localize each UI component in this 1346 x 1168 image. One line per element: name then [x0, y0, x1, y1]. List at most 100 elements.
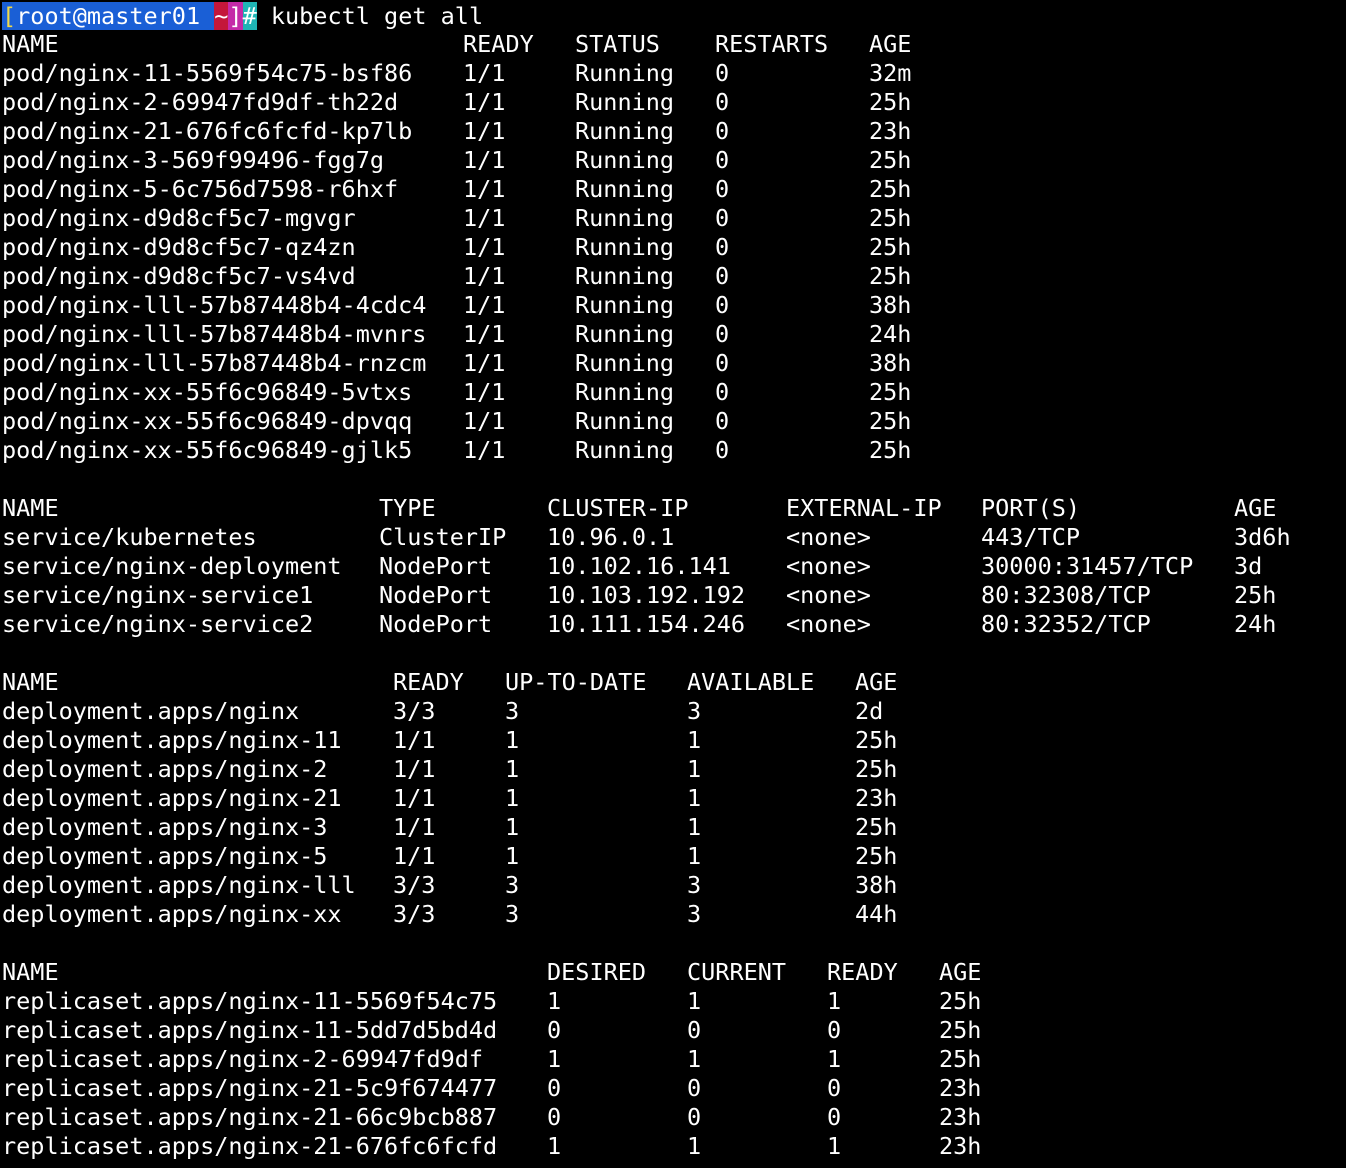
table-cell: deployment.apps/nginx-lll [2, 871, 356, 899]
column-header: AGE [855, 668, 898, 696]
table-cell: 25h [869, 204, 912, 232]
table-cell: 1/1 [463, 262, 506, 290]
table-cell: Running [575, 349, 675, 377]
table-cell: 80:32352/TCP [981, 610, 1151, 638]
column-header: AGE [939, 958, 982, 986]
table-row: pod/nginx-d9d8cf5c7-mgvgr 1/1 Running 0 25h [2, 204, 1342, 233]
table-cell: 1/1 [393, 842, 436, 870]
table-cell: Running [575, 233, 675, 261]
table-cell: 1 [687, 1132, 702, 1160]
table-cell: 0 [715, 233, 730, 261]
table-row: replicaset.apps/nginx-11-5569f54c75 1 1 1 25… [2, 987, 1342, 1016]
table-row: replicaset.apps/nginx-21-66c9bcb887 0 0 0 23… [2, 1103, 1342, 1132]
table-row: deployment.apps/nginx-5 1/1 1 1 25h [2, 842, 1342, 871]
column-header: CLUSTER-IP [547, 494, 689, 522]
column-header: PORT(S) [981, 494, 1081, 522]
table-cell: 25h [855, 726, 898, 754]
table-cell: 0 [715, 262, 730, 290]
table-cell: 1 [687, 726, 702, 754]
table-cell: 1/1 [463, 146, 506, 174]
table-cell: 0 [715, 59, 730, 87]
table-cell: 1 [687, 755, 702, 783]
table-row: pod/nginx-lll-57b87448b4-mvnrs 1/1 Running… [2, 320, 1342, 349]
table-cell: 1 [505, 842, 520, 870]
table-cell: 3d [1234, 552, 1263, 580]
table-row: replicaset.apps/nginx-21-5c9f674477 0 0 0 23… [2, 1074, 1342, 1103]
table-cell: 0 [547, 1016, 562, 1044]
table-cell: deployment.apps/nginx-3 [2, 813, 328, 841]
table-cell: 1 [827, 1045, 842, 1073]
table-row: pod/nginx-lll-57b87448b4-4cdc4 1/1 Running… [2, 291, 1342, 320]
table-cell: pod/nginx-2-69947fd9df-th22d [2, 88, 399, 116]
prompt-space [200, 2, 215, 30]
table-cell: 1/1 [393, 784, 436, 812]
table-row: pod/nginx-3-569f99496-fgg7g 1/1 Running 0 25… [2, 146, 1342, 175]
table-row: deployment.apps/nginx-xx 3/3 3 3 44h [2, 900, 1342, 929]
column-header: DESIRED [547, 958, 647, 986]
table-row: replicaset.apps/nginx-11-5dd7d5bd4d 0 0 0 25… [2, 1016, 1342, 1045]
services-header-row: NAME TYPE CLUSTER-IP EXTERNAL-IP PORT(S) AGE [2, 494, 1342, 523]
table-row: service/nginx-deployment NodePort 10.102.1… [2, 552, 1342, 581]
table-cell: 1/1 [393, 726, 436, 754]
table-row: pod/nginx-xx-55f6c96849-gjlk5 1/1 Running 0… [2, 436, 1342, 465]
table-row: pod/nginx-5-6c756d7598-r6hxf 1/1 Running 0 2… [2, 175, 1342, 204]
table-cell: 3 [687, 871, 702, 899]
table-cell: Running [575, 262, 675, 290]
table-row: deployment.apps/nginx 3/3 3 3 2d [2, 697, 1342, 726]
table-row: deployment.apps/nginx-21 1/1 1 1 23h [2, 784, 1342, 813]
table-cell: 1/1 [393, 755, 436, 783]
table-cell: Running [575, 175, 675, 203]
terminal-window[interactable]: [root@master01 ~]# kubectl get all NAME R… [0, 0, 1346, 1168]
table-row: pod/nginx-lll-57b87448b4-rnzcm 1/1 Running… [2, 349, 1342, 378]
table-cell: 0 [827, 1103, 842, 1131]
table-cell: 1 [687, 813, 702, 841]
table-cell: 1 [687, 987, 702, 1015]
table-cell: 44h [855, 900, 898, 928]
table-cell: 38h [855, 871, 898, 899]
prompt-open-bracket: [ [2, 2, 17, 30]
table-cell: 25h [869, 378, 912, 406]
table-cell: 24h [1234, 610, 1277, 638]
table-cell: ClusterIP [379, 523, 507, 551]
table-row: pod/nginx-2-69947fd9df-th22d 1/1 Running 0 2… [2, 88, 1342, 117]
table-cell: pod/nginx-xx-55f6c96849-dpvqq [2, 407, 413, 435]
table-cell: NodePort [379, 581, 493, 609]
table-cell: 0 [547, 1103, 562, 1131]
table-row: deployment.apps/nginx-lll 3/3 3 3 38h [2, 871, 1342, 900]
table-cell: NodePort [379, 610, 493, 638]
column-header: AVAILABLE [687, 668, 815, 696]
table-cell: 80:32308/TCP [981, 581, 1151, 609]
deployments-header-row: NAME READY UP-TO-DATE AVAILABLE AGE [2, 668, 1342, 697]
table-cell: 25h [869, 88, 912, 116]
table-cell: 23h [855, 784, 898, 812]
table-cell: deployment.apps/nginx-xx [2, 900, 342, 928]
table-row: pod/nginx-d9d8cf5c7-qz4zn 1/1 Running 0 25h [2, 233, 1342, 262]
table-cell: Running [575, 378, 675, 406]
table-cell: 0 [715, 204, 730, 232]
table-cell: Running [575, 146, 675, 174]
table-cell: 25h [869, 436, 912, 464]
table-cell: 3 [505, 697, 520, 725]
table-cell: 1/1 [463, 320, 506, 348]
table-cell: 3 [687, 697, 702, 725]
table-cell: NodePort [379, 552, 493, 580]
table-cell: service/kubernetes [2, 523, 257, 551]
table-cell: deployment.apps/nginx-5 [2, 842, 328, 870]
table-cell: pod/nginx-d9d8cf5c7-qz4zn [2, 233, 356, 261]
column-header: AGE [869, 30, 912, 58]
table-cell: 0 [715, 117, 730, 145]
table-cell: Running [575, 117, 675, 145]
table-cell: 25h [939, 1045, 982, 1073]
table-cell: 3d6h [1234, 523, 1291, 551]
table-cell: 1 [505, 726, 520, 754]
table-cell: 1 [687, 842, 702, 870]
table-cell: Running [575, 88, 675, 116]
table-cell: 0 [715, 291, 730, 319]
table-cell: 1/1 [463, 291, 506, 319]
table-cell: deployment.apps/nginx-2 [2, 755, 328, 783]
table-cell: 1/1 [463, 204, 506, 232]
table-cell: Running [575, 204, 675, 232]
table-cell: 0 [715, 378, 730, 406]
table-cell: replicaset.apps/nginx-21-676fc6fcfd [2, 1132, 498, 1160]
table-cell: 0 [715, 436, 730, 464]
